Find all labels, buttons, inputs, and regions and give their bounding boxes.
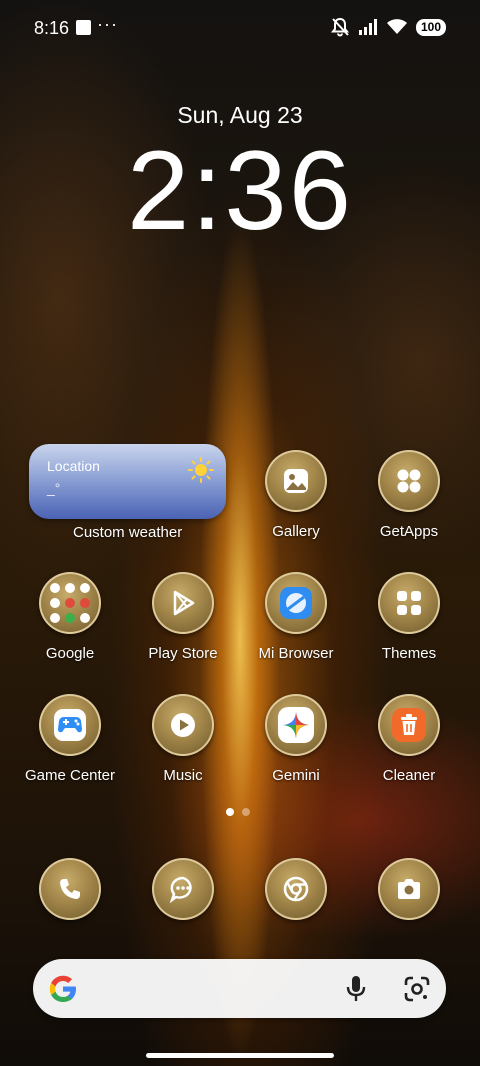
app-game-center[interactable]: Game Center — [16, 694, 124, 784]
app-label: Music — [163, 767, 203, 784]
app-label: Google — [45, 645, 95, 662]
browser-icon — [265, 572, 327, 634]
microphone-icon[interactable] — [342, 974, 370, 1004]
more-notifications-icon: ··· — [97, 14, 118, 34]
messages-icon — [152, 858, 214, 920]
app-label: Cleaner — [382, 767, 436, 784]
app-cleaner[interactable]: Cleaner — [355, 694, 463, 784]
gamepad-icon — [39, 694, 101, 756]
app-label: Gemini — [272, 767, 320, 784]
music-icon — [152, 694, 214, 756]
app-mi-browser[interactable]: Mi Browser — [242, 572, 350, 662]
page-dot-active[interactable] — [226, 808, 234, 816]
app-label: GetApps — [379, 523, 439, 540]
status-time: 8:16 — [34, 18, 70, 38]
google-search-bar[interactable] — [33, 959, 446, 1018]
gemini-icon — [265, 694, 327, 756]
page-dot[interactable] — [242, 808, 250, 816]
app-play-store[interactable]: Play Store — [129, 572, 237, 662]
app-label: Themes — [381, 645, 437, 662]
weather-temperature: _° — [47, 480, 61, 496]
play-store-icon — [152, 572, 214, 634]
sun-icon — [188, 457, 214, 483]
clock-widget[interactable]: 2:36 — [0, 132, 480, 250]
silent-bell-icon — [330, 17, 350, 37]
home-indicator[interactable] — [146, 1053, 334, 1058]
themes-icon — [378, 572, 440, 634]
app-label: Gallery — [272, 523, 320, 540]
signal-icon — [358, 19, 377, 35]
dock-messages[interactable] — [129, 858, 237, 920]
folder-icon — [39, 572, 101, 634]
camera-icon — [378, 858, 440, 920]
folder-google[interactable]: Google — [16, 572, 124, 662]
page-indicator[interactable] — [226, 808, 250, 816]
app-label: Play Store — [148, 645, 218, 662]
weather-widget[interactable]: Location _° — [29, 444, 226, 519]
dock-camera[interactable] — [355, 858, 463, 920]
app-themes[interactable]: Themes — [355, 572, 463, 662]
app-label: Game Center — [24, 767, 116, 784]
app-music[interactable]: Music — [129, 694, 237, 784]
getapps-icon — [378, 450, 440, 512]
app-getapps[interactable]: GetApps — [355, 450, 463, 540]
app-gallery[interactable]: Gallery — [242, 450, 350, 540]
notification-square-icon — [76, 20, 91, 35]
status-bar: 8:16 ··· 100 — [0, 0, 480, 56]
chrome-icon — [265, 858, 327, 920]
app-label: Mi Browser — [258, 645, 334, 662]
gallery-icon — [265, 450, 327, 512]
status-icons: 100 — [330, 17, 446, 37]
google-lens-icon[interactable] — [402, 974, 432, 1004]
weather-location: Location — [47, 458, 100, 474]
dock-chrome[interactable] — [242, 858, 350, 920]
battery-indicator: 100 — [415, 18, 446, 36]
wifi-icon — [386, 19, 407, 34]
trash-icon — [378, 694, 440, 756]
weather-widget-label: Custom weather — [73, 524, 183, 541]
dock-phone[interactable] — [16, 858, 124, 920]
lock-date: Sun, Aug 23 — [177, 102, 303, 128]
google-logo-icon — [49, 975, 76, 1002]
phone-icon — [39, 858, 101, 920]
app-gemini[interactable]: Gemini — [242, 694, 350, 784]
